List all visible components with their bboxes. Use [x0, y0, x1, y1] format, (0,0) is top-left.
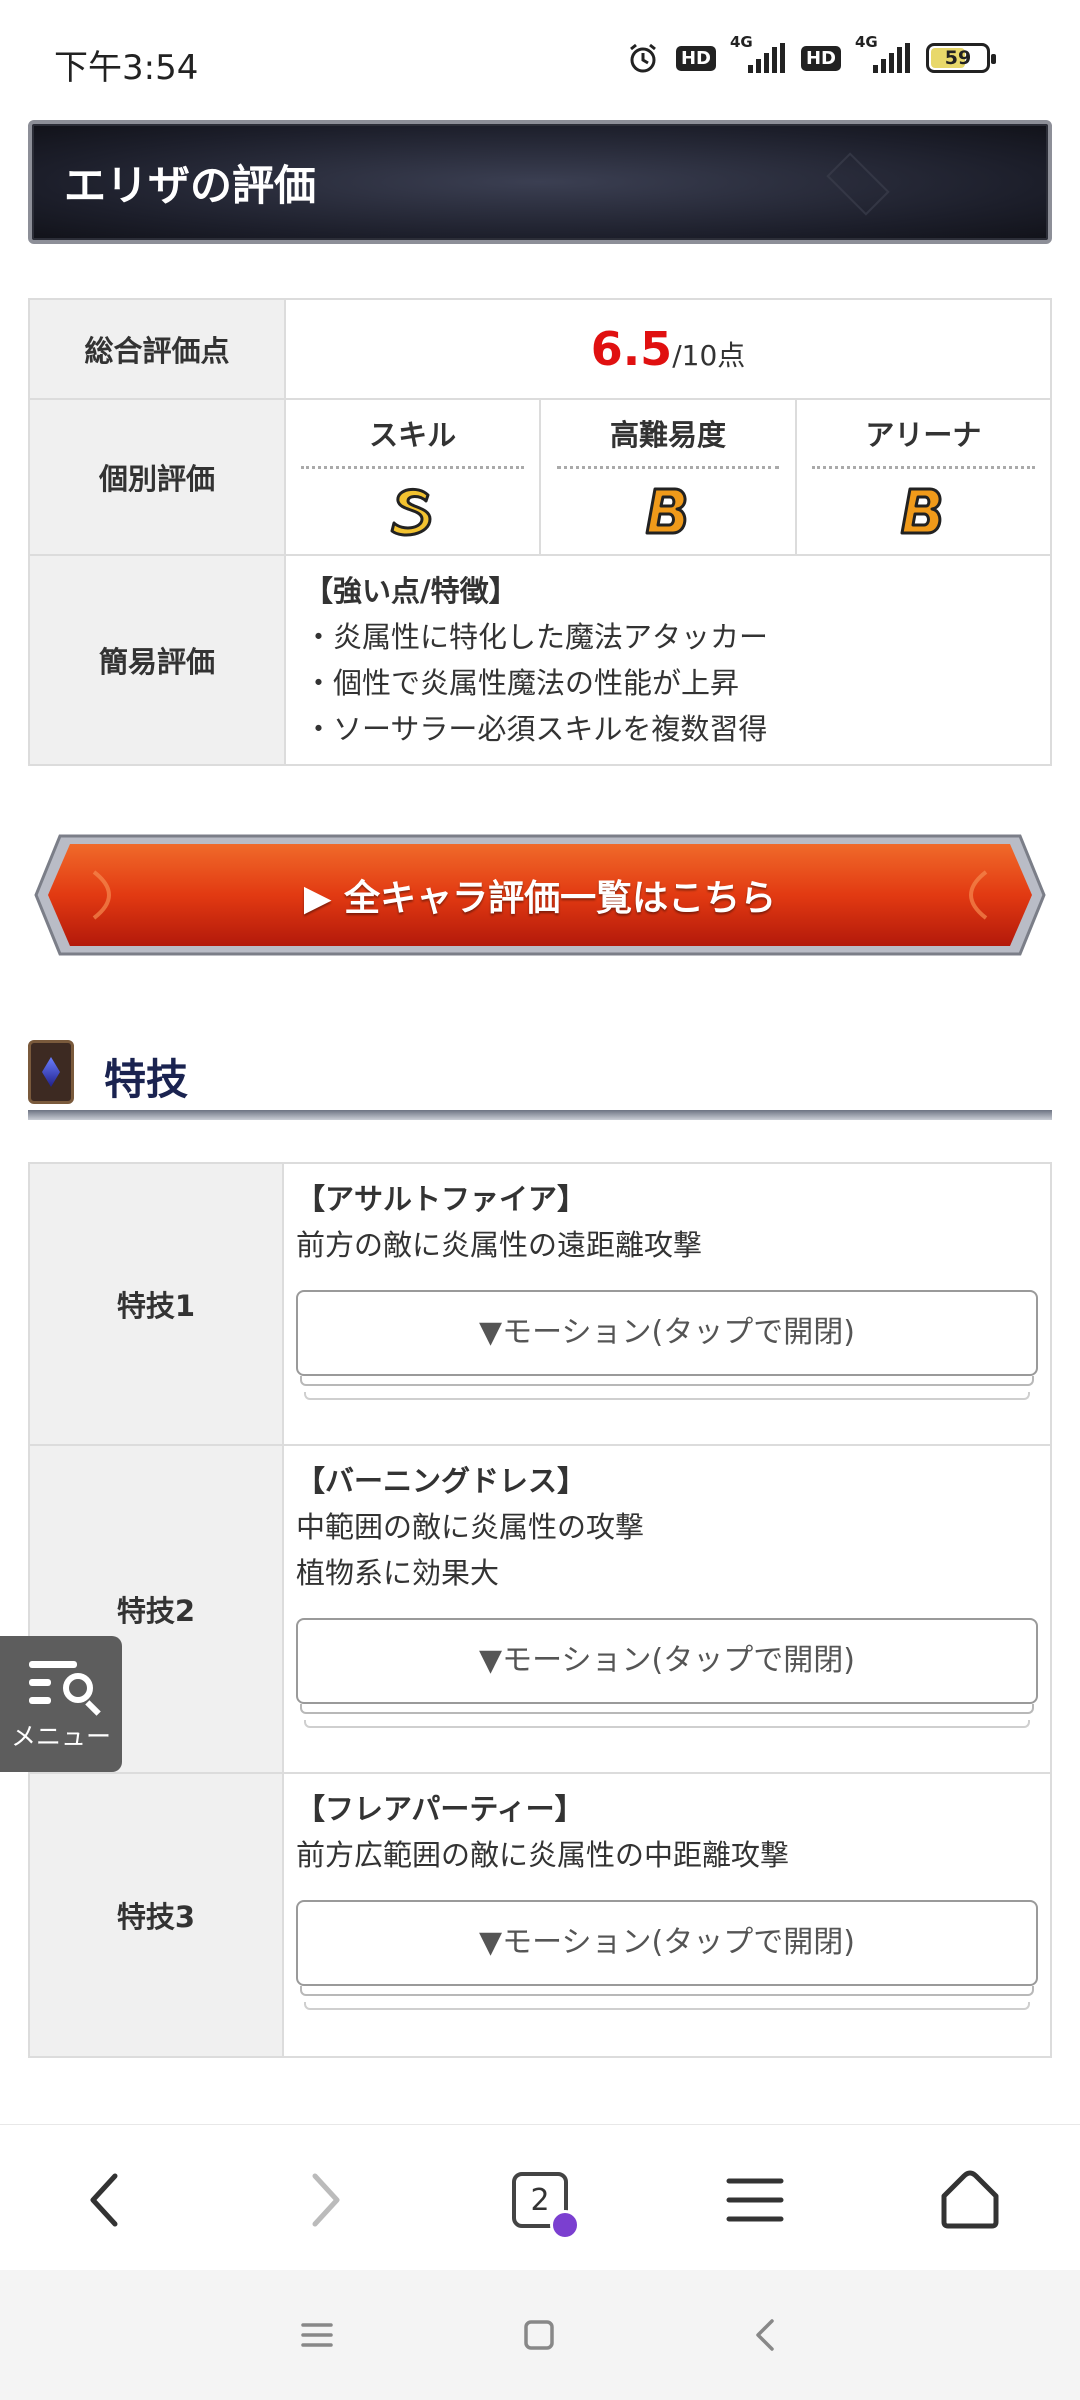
browser-toolbar: 2 — [0, 2124, 1080, 2270]
alarm-icon — [626, 42, 660, 74]
status-icons: HD 4G HD 4G 59 — [626, 33, 996, 74]
section-heading: 特技 — [28, 1034, 1052, 1124]
tabs-button[interactable]: 2 — [495, 2155, 585, 2245]
score-value: 6.5 — [590, 322, 673, 376]
overall-score: 6.5/10点 — [284, 298, 1052, 400]
grade-hard: 高難易度 — [541, 400, 797, 554]
simple-evaluation: 【強い点/特徴】 ・炎属性に特化した魔法アタッカー ・個性で炎属性魔法の性能が上… — [284, 554, 1052, 766]
table-row: 特技2 【バーニングドレス】 中範囲の敵に炎属性の攻撃 植物系に効果大 ▼モーシ… — [28, 1444, 1052, 1774]
motion-toggle-button[interactable]: ▼モーション(タップで開閉) — [296, 1900, 1038, 1986]
grade-s-icon — [388, 485, 438, 537]
skill-description: 前方広範囲の敵に炎属性の中距離攻撃 — [296, 1838, 790, 1872]
all-characters-button[interactable]: ▶ 全キャラ評価一覧はこちら — [34, 832, 1046, 958]
simple-point: ・個性で炎属性魔法の性能が上昇 — [304, 666, 740, 700]
home-icon — [941, 2170, 999, 2229]
motion-toggle-button[interactable]: ▼モーション(タップで開閉) — [296, 1618, 1038, 1704]
battery-icon: 59 — [926, 43, 996, 73]
hd-icon-2: HD — [800, 45, 841, 71]
skill-name: 【フレアパーティー】 — [296, 1792, 584, 1826]
grade-skill: スキル — [286, 400, 542, 554]
banner-ornament — [826, 152, 890, 216]
simple-heading: 【強い点/特徴】 — [304, 574, 518, 608]
gem-icon — [28, 1040, 74, 1104]
individual-label: 個別評価 — [28, 398, 286, 556]
home-button[interactable] — [925, 2155, 1015, 2245]
section-title: 特技 — [104, 1055, 189, 1104]
chevron-right-icon — [312, 2173, 340, 2227]
back-button[interactable] — [60, 2155, 150, 2245]
table-row: 特技1 【アサルトファイア】 前方の敵に炎属性の遠距離攻撃 ▼モーション(タップ… — [28, 1162, 1052, 1446]
simple-point: ・炎属性に特化した魔法アタッカー — [304, 620, 769, 654]
tab-count-icon: 2 — [512, 2172, 580, 2240]
skill-detail: 【アサルトファイア】 前方の敵に炎属性の遠距離攻撃 ▼モーション(タップで開閉) — [282, 1162, 1052, 1446]
individual-grades: スキル 高難易度 アリーナ — [286, 400, 1050, 554]
status-bar: 下午3:54 HD 4G HD 4G 59 — [0, 0, 1080, 120]
menu-lines-icon — [301, 2323, 333, 2347]
chevron-left-icon — [90, 2173, 118, 2227]
signal-icon-2: 4G — [855, 33, 910, 73]
skill-description: 植物系に効果大 — [296, 1556, 500, 1590]
floating-menu-button[interactable]: メニュー — [0, 1636, 122, 1772]
browser-menu-button[interactable] — [710, 2155, 800, 2245]
system-back-button[interactable] — [740, 2310, 790, 2360]
menu-search-icon — [29, 1655, 101, 1716]
square-icon — [524, 2320, 554, 2350]
simple-label: 簡易評価 — [28, 554, 286, 766]
floating-menu-label: メニュー — [10, 1722, 111, 1751]
grade-b-icon-2 — [898, 485, 948, 537]
table-row: 特技3 【フレアパーティー】 前方広範囲の敵に炎属性の中距離攻撃 ▼モーション(… — [28, 1772, 1052, 2058]
section-divider — [28, 1110, 1052, 1120]
skills-table: 特技1 【アサルトファイア】 前方の敵に炎属性の遠距離攻撃 ▼モーション(タップ… — [28, 1162, 1052, 2058]
system-home-button[interactable] — [514, 2310, 564, 2360]
hd-icon: HD — [675, 45, 716, 71]
score-suffix: /10点 — [672, 339, 746, 372]
skill-label: 特技3 — [28, 1772, 284, 2058]
simple-point: ・ソーサラー必須スキルを複数習得 — [304, 712, 768, 746]
back-chevron-icon — [756, 2319, 774, 2351]
hamburger-icon — [726, 2178, 784, 2222]
skill-description: 中範囲の敵に炎属性の攻撃 — [296, 1510, 645, 1544]
grade-arena: アリーナ — [797, 400, 1050, 554]
all-characters-button-label: ▶ 全キャラ評価一覧はこちら — [303, 878, 777, 919]
skill-name: 【アサルトファイア】 — [296, 1182, 587, 1216]
skill-name: 【バーニングドレス】 — [296, 1464, 587, 1498]
signal-icon: 4G — [730, 33, 785, 73]
overall-label: 総合評価点 — [28, 298, 286, 400]
page-title: エリザの評価 — [64, 161, 317, 210]
status-time: 下午3:54 — [54, 48, 199, 88]
recent-apps-button[interactable] — [292, 2310, 342, 2360]
skill-detail: 【バーニングドレス】 中範囲の敵に炎属性の攻撃 植物系に効果大 ▼モーション(タ… — [282, 1444, 1052, 1774]
skill-description: 前方の敵に炎属性の遠距離攻撃 — [296, 1228, 703, 1262]
system-nav-bar — [0, 2270, 1080, 2400]
grade-b-icon — [643, 485, 693, 537]
incognito-icon — [550, 2210, 580, 2240]
skill-detail: 【フレアパーティー】 前方広範囲の敵に炎属性の中距離攻撃 ▼モーション(タップで… — [282, 1772, 1052, 2058]
skill-label: 特技1 — [28, 1162, 284, 1446]
evaluation-table: 総合評価点 6.5/10点 個別評価 スキル 高難易度 アリーナ 簡易評価 【強… — [28, 298, 1052, 766]
page-title-banner: エリザの評価 — [28, 120, 1052, 244]
forward-button[interactable] — [280, 2155, 370, 2245]
motion-toggle-button[interactable]: ▼モーション(タップで開閉) — [296, 1290, 1038, 1376]
